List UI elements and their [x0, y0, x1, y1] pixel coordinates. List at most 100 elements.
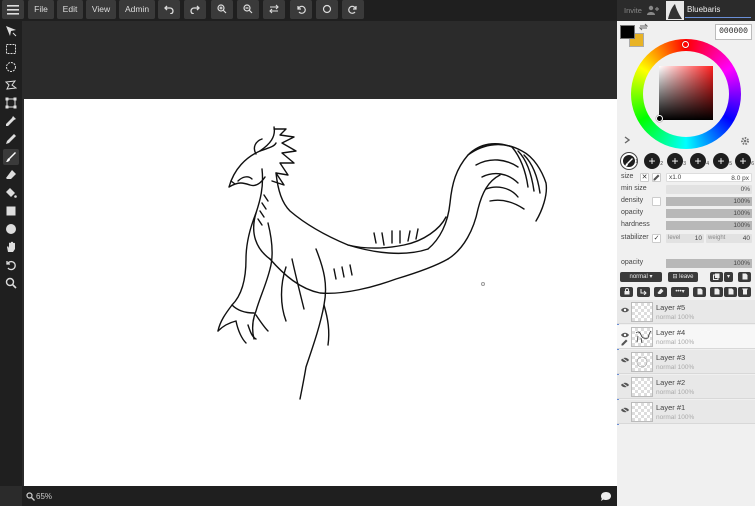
clip-layer-button[interactable]: [637, 287, 650, 297]
merge-down-button[interactable]: [693, 287, 706, 297]
flatten-button[interactable]: [710, 287, 723, 297]
ellipse-select-tool[interactable]: [3, 59, 19, 75]
invite-link[interactable]: Invite: [624, 6, 642, 15]
eye-icon[interactable]: [621, 306, 629, 314]
chevron-right-icon[interactable]: [624, 136, 630, 144]
redo-icon: [190, 5, 200, 15]
eye-hidden-icon[interactable]: [621, 406, 629, 414]
swap-colors-icon[interactable]: [639, 23, 648, 31]
layer-item[interactable]: Layer #5 normal 100%: [617, 300, 755, 324]
size-slider[interactable]: x1.0 8.0 px: [666, 173, 752, 182]
brush-slot-6[interactable]: +6: [735, 153, 754, 169]
stabilizer-checkbox[interactable]: ✓: [652, 234, 661, 243]
density-pressure-toggle[interactable]: [652, 197, 661, 206]
hue-picker-handle[interactable]: [682, 41, 689, 48]
brush-slot-5[interactable]: +5: [713, 153, 732, 169]
rotate-tool[interactable]: [3, 257, 19, 273]
new-layer-button[interactable]: [738, 272, 751, 282]
layer-item[interactable]: Layer #1 normal 100%: [617, 400, 755, 424]
primary-color-swatch[interactable]: [620, 25, 635, 39]
rect-select-tool[interactable]: [3, 41, 19, 57]
eye-hidden-icon[interactable]: [621, 356, 629, 364]
pencil-tool[interactable]: [3, 131, 19, 147]
hardness-value: 100%: [733, 222, 750, 229]
username[interactable]: Bluebaris: [687, 5, 720, 14]
pencil-icon: [6, 134, 16, 144]
drawing-canvas[interactable]: [24, 99, 617, 486]
transform-tool[interactable]: [3, 95, 19, 111]
hex-color-input[interactable]: 000000: [715, 24, 752, 40]
min-size-slider[interactable]: 0%: [666, 185, 752, 194]
view-menu[interactable]: View: [86, 0, 116, 19]
reset-rotation-button[interactable]: [316, 0, 338, 19]
eyedropper-tool[interactable]: [3, 113, 19, 129]
color-picker-handle[interactable]: [656, 115, 663, 122]
zoom-in-button[interactable]: [211, 0, 233, 19]
layer-opacity-slider[interactable]: 100%: [666, 259, 752, 268]
duplicate-layer-button[interactable]: [710, 272, 723, 282]
canvas-viewport[interactable]: [22, 21, 617, 486]
min-size-label: min size: [621, 185, 647, 192]
saturation-value-square[interactable]: [659, 66, 713, 120]
size-pencil-toggle[interactable]: [652, 173, 661, 182]
zoom-tool[interactable]: [3, 275, 19, 291]
opacity-slider[interactable]: 100%: [666, 209, 752, 218]
lock-layer-button[interactable]: [620, 287, 633, 297]
brush-slot-1[interactable]: 1: [621, 153, 638, 169]
blend-mode-select[interactable]: normal ▾: [620, 272, 662, 282]
more-options-button[interactable]: •••▾: [671, 287, 689, 297]
stabilizer-level-field[interactable]: level 10: [666, 234, 704, 243]
stabilizer-weight-field[interactable]: weight 40: [706, 234, 752, 243]
brush-slot-number: 1: [635, 159, 638, 165]
density-slider[interactable]: 100%: [666, 197, 752, 206]
lasso-tool[interactable]: [3, 77, 19, 93]
hardness-slider[interactable]: 100%: [666, 221, 752, 230]
brush-slot-number: 4: [706, 161, 709, 167]
redo-button[interactable]: [184, 0, 206, 19]
hand-tool[interactable]: [3, 239, 19, 255]
brush-icon: [6, 152, 16, 162]
brush-icon: [625, 158, 633, 167]
layer-item[interactable]: Layer #2 normal 100%: [617, 375, 755, 399]
layer-mode: normal 100%: [656, 314, 695, 321]
min-size-value: 0%: [740, 186, 750, 193]
layer-item[interactable]: Layer #3 normal 100%: [617, 350, 755, 374]
hamburger-menu-button[interactable]: [2, 0, 24, 19]
file-menu[interactable]: File: [28, 0, 54, 19]
brush-slot-number: 6: [751, 161, 754, 167]
add-user-icon[interactable]: [647, 5, 659, 15]
admin-menu[interactable]: Admin: [119, 0, 155, 19]
size-pressure-toggle[interactable]: ✕: [640, 173, 649, 182]
eye-icon[interactable]: [621, 331, 629, 339]
density-label: density: [621, 197, 644, 204]
flip-view-button[interactable]: [263, 0, 285, 19]
add-to-selection-button[interactable]: [724, 287, 737, 297]
clear-layer-button[interactable]: [654, 287, 667, 297]
layer-opacity-value: 100%: [733, 260, 750, 267]
chat-bubble-icon[interactable]: [600, 491, 612, 502]
brush-slot-3[interactable]: +3: [667, 153, 686, 169]
zoom-out-icon: [243, 4, 253, 14]
eraser-tool[interactable]: [3, 167, 19, 183]
brush-slot-2[interactable]: +2: [644, 153, 663, 169]
gear-icon[interactable]: [740, 136, 750, 146]
color-wheel[interactable]: [631, 39, 741, 149]
rotate-right-button[interactable]: [342, 0, 364, 19]
avatar[interactable]: [666, 1, 684, 20]
brush-tool[interactable]: [3, 149, 19, 165]
delete-layer-button[interactable]: [738, 287, 751, 297]
layer-menu-caret[interactable]: ▾: [724, 272, 733, 282]
leave-layer-button[interactable]: ⊟ leave: [668, 272, 698, 282]
undo-button[interactable]: [158, 0, 180, 19]
layer-item-selected[interactable]: Layer #4 normal 100%: [617, 325, 755, 349]
edit-menu[interactable]: Edit: [57, 0, 83, 19]
zoom-out-button[interactable]: [237, 0, 259, 19]
eye-hidden-icon[interactable]: [621, 381, 629, 389]
brush-slot-4[interactable]: +4: [690, 153, 709, 169]
ellipse-tool[interactable]: [3, 221, 19, 237]
ellipse-select-icon: [6, 62, 16, 72]
rectangle-tool[interactable]: [3, 203, 19, 219]
rotate-left-button[interactable]: [290, 0, 312, 19]
fill-tool[interactable]: [3, 185, 19, 201]
move-tool[interactable]: [3, 23, 19, 39]
